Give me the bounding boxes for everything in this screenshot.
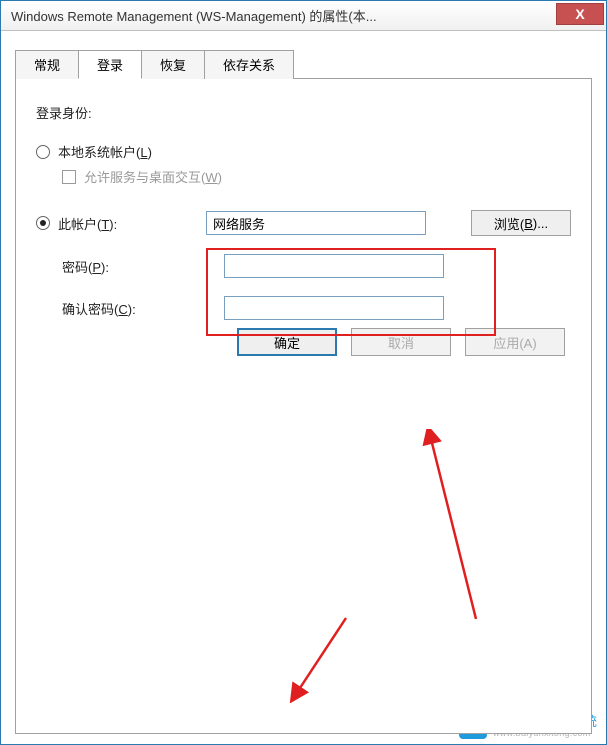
radio-local-system[interactable] (36, 145, 50, 159)
ok-button[interactable]: 确定 (237, 328, 337, 356)
checkbox-interact-desktop (62, 170, 76, 184)
annotation-arrow-1 (416, 429, 496, 629)
footer-buttons: 确定 取消 应用(A) (36, 320, 571, 356)
window-title: Windows Remote Management (WS-Management… (11, 6, 556, 25)
browse-button[interactable]: 浏览(B)... (471, 210, 571, 236)
confirm-password-label: 确认密码(C): (62, 302, 136, 317)
password-label: 密码(P): (62, 260, 109, 275)
tab-recovery[interactable]: 恢复 (141, 50, 205, 79)
close-button[interactable]: X (556, 3, 604, 25)
local-system-label: 本地系统帐户(L) (58, 142, 152, 161)
tab-logon[interactable]: 登录 (78, 50, 142, 79)
confirm-password-input[interactable] (224, 296, 444, 320)
radio-this-account[interactable] (36, 216, 50, 230)
cancel-button[interactable]: 取消 (351, 328, 451, 356)
dialog-window: Windows Remote Management (WS-Management… (0, 0, 607, 745)
tab-strip: 常规 登录 恢复 依存关系 (15, 49, 592, 78)
account-input[interactable] (206, 211, 426, 235)
titlebar: Windows Remote Management (WS-Management… (1, 1, 606, 31)
tab-dependencies[interactable]: 依存关系 (204, 50, 294, 79)
tab-general[interactable]: 常规 (15, 50, 79, 79)
interact-desktop-label: 允许服务与桌面交互(W) (84, 167, 222, 186)
this-account-label: 此帐户(T): (58, 214, 117, 233)
dialog-body: 常规 登录 恢复 依存关系 登录身份: 本地系统帐户(L) 允许服务与桌面交互(… (1, 31, 606, 744)
apply-button[interactable]: 应用(A) (465, 328, 565, 356)
annotation-arrow-2 (286, 613, 356, 703)
tab-content-logon: 登录身份: 本地系统帐户(L) 允许服务与桌面交互(W) 此帐户(T): 浏览(… (15, 78, 592, 734)
logon-identity-label: 登录身份: (36, 103, 92, 122)
password-input[interactable] (224, 254, 444, 278)
